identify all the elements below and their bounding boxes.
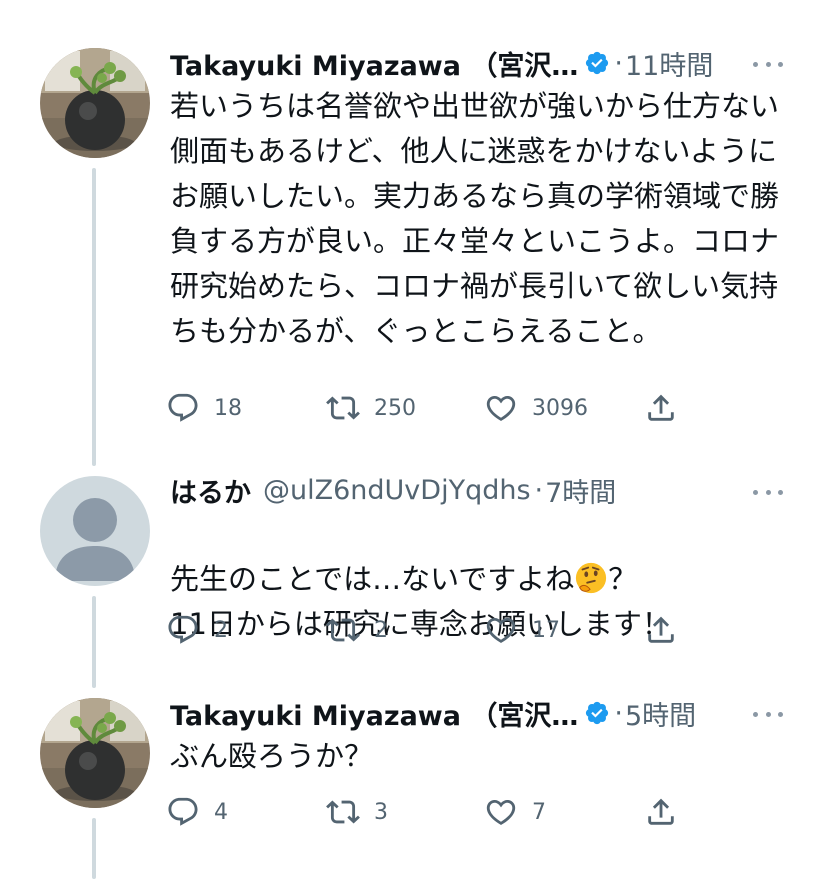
reply-icon bbox=[166, 795, 200, 829]
tweet-text: ぶん殴ろうか？ bbox=[170, 739, 374, 773]
avatar[interactable] bbox=[40, 698, 150, 808]
like-button[interactable]: 7 bbox=[484, 792, 546, 832]
tweet[interactable]: Takayuki Miyazawa （宮沢… · 5時間 ぶん殴ろうか？ 4 3… bbox=[0, 0, 827, 879]
timestamp[interactable]: 5時間 bbox=[625, 694, 696, 733]
share-button[interactable] bbox=[644, 792, 678, 832]
retweet-button[interactable]: 3 bbox=[326, 792, 388, 832]
like-icon bbox=[484, 795, 518, 829]
more-icon[interactable] bbox=[753, 708, 783, 720]
reply-button[interactable]: 4 bbox=[166, 792, 228, 832]
share-icon bbox=[644, 795, 678, 829]
verified-badge-icon bbox=[584, 700, 610, 726]
separator-dot: · bbox=[614, 697, 623, 729]
reply-count: 4 bbox=[214, 799, 228, 825]
tweet-actions: 4 3 7 bbox=[166, 792, 686, 832]
retweet-count: 3 bbox=[374, 799, 388, 825]
display-name[interactable]: Takayuki Miyazawa （宮沢… bbox=[170, 694, 578, 733]
retweet-icon bbox=[326, 795, 360, 829]
tweet-header: Takayuki Miyazawa （宮沢… · 5時間 bbox=[170, 694, 696, 733]
like-count: 7 bbox=[532, 799, 546, 825]
